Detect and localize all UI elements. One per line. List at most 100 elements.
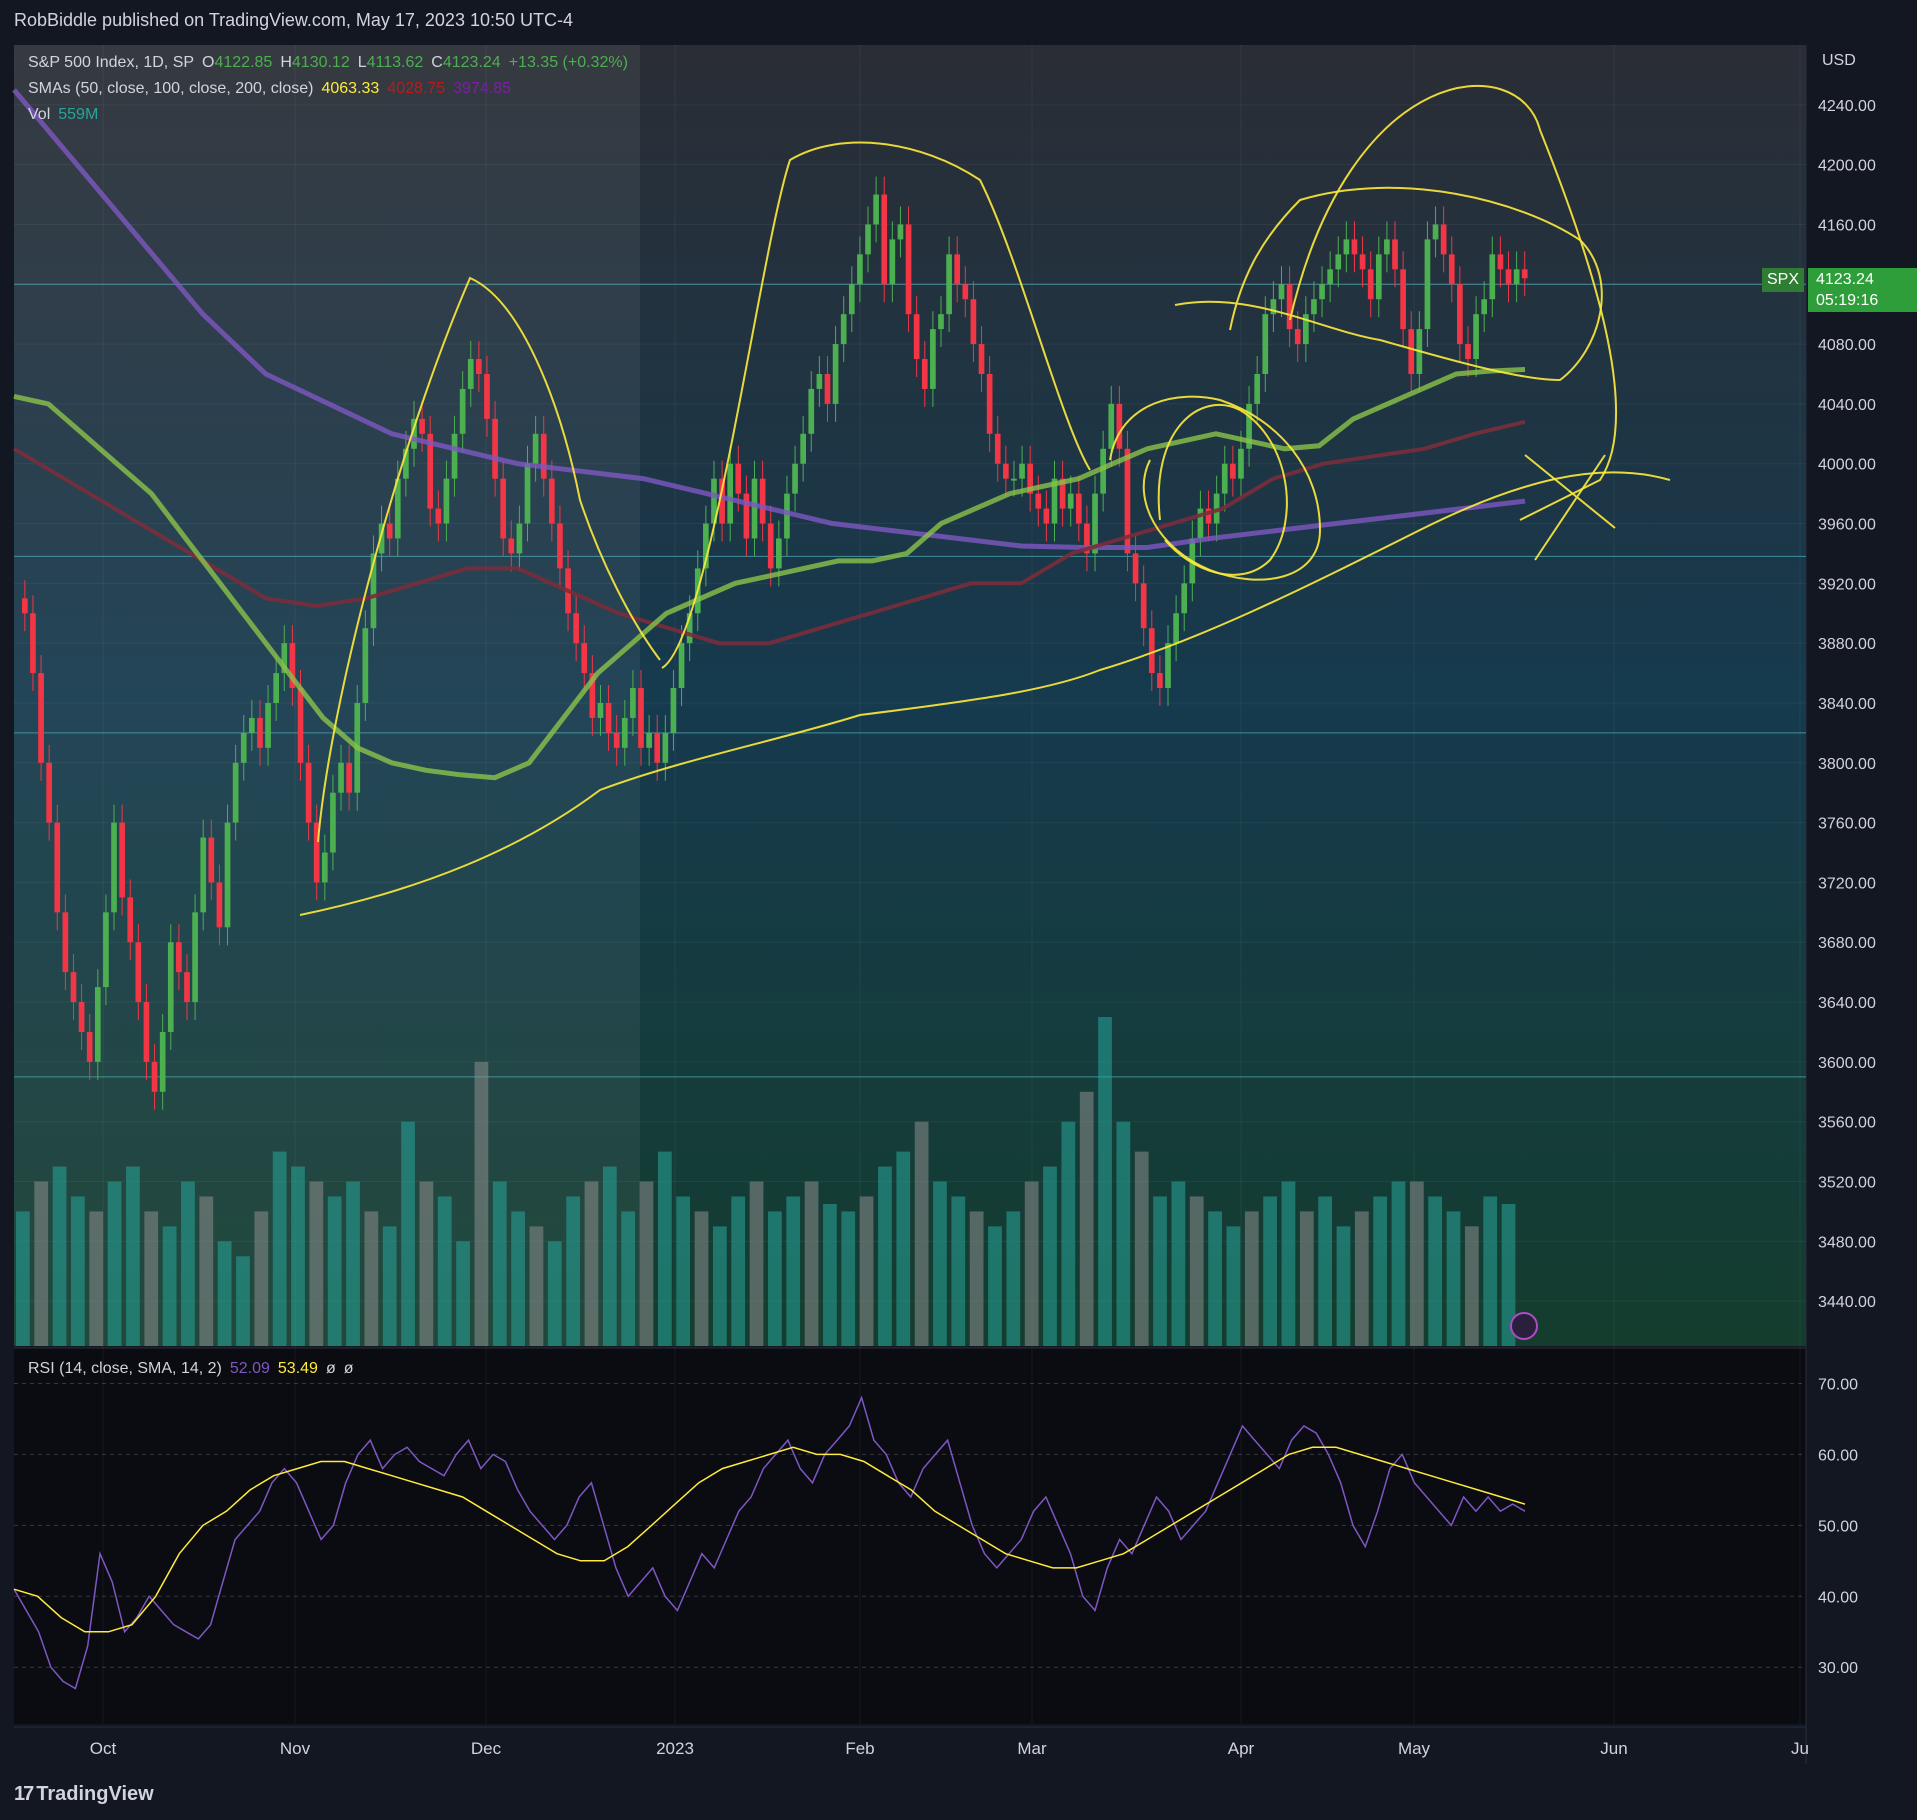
candle-body xyxy=(1230,463,1236,479)
candle-body xyxy=(443,478,450,524)
high-value: 4130.12 xyxy=(291,54,350,71)
candle-body xyxy=(30,613,36,674)
volume-bar xyxy=(474,1061,489,1346)
candle-body xyxy=(532,433,539,464)
volume-bar xyxy=(181,1181,195,1346)
price-tick-label: 3440.00 xyxy=(1818,1294,1876,1311)
candle-body xyxy=(362,628,369,703)
candle-body xyxy=(816,373,823,389)
candle-body xyxy=(1392,239,1398,270)
volume-bar xyxy=(1299,1211,1314,1346)
volume-bar xyxy=(1116,1121,1131,1346)
volume-bar xyxy=(529,1226,544,1346)
volume-bar xyxy=(1428,1196,1443,1346)
volume-bar xyxy=(1043,1166,1057,1346)
volume-bar xyxy=(309,1181,324,1346)
candle-body xyxy=(216,882,223,928)
sma-label[interactable]: SMAs (50, close, 100, close, 200, close) xyxy=(28,80,313,97)
low-value: 4113.62 xyxy=(366,54,424,71)
candle-body xyxy=(621,717,628,748)
symbol-label[interactable]: S&P 500 Index, 1D, SP xyxy=(28,54,194,71)
rsi-extra-2: ø xyxy=(343,1360,354,1377)
candle-body xyxy=(54,822,61,913)
candle-body xyxy=(897,224,904,240)
volume-bar xyxy=(1079,1091,1094,1346)
candle-body xyxy=(865,224,871,255)
candle-body xyxy=(913,314,920,360)
volume-bar xyxy=(878,1166,892,1346)
volume-bar xyxy=(1483,1196,1498,1346)
candle-body xyxy=(184,972,190,1003)
volume-bar xyxy=(1336,1226,1351,1346)
vol-value: 559M xyxy=(58,106,99,123)
candle-body xyxy=(38,673,44,763)
volume-bar xyxy=(254,1211,269,1346)
sma50-value: 4063.33 xyxy=(321,80,380,97)
time-tick-label: Dec xyxy=(471,1739,502,1758)
volume-bar xyxy=(1318,1196,1332,1346)
candle-body xyxy=(1489,254,1496,300)
candle-body xyxy=(1408,329,1415,374)
volume-bar xyxy=(566,1196,580,1346)
candle-body xyxy=(232,762,239,823)
high-label: H xyxy=(280,54,292,71)
rsi-value: 52.09 xyxy=(229,1360,270,1377)
candle-body xyxy=(103,912,109,988)
candle-body xyxy=(192,912,198,1003)
candle-body xyxy=(435,508,442,524)
volume-bar xyxy=(768,1211,782,1346)
tv-logo-icon: 17 xyxy=(14,1783,34,1805)
candle-body xyxy=(1400,269,1406,330)
volume-bar xyxy=(217,1241,232,1346)
candle-body xyxy=(500,478,507,539)
volume-bar xyxy=(419,1181,434,1346)
price-tick-label: 3800.00 xyxy=(1818,756,1876,773)
volume-bar xyxy=(199,1196,214,1346)
price-tick-label: 3920.00 xyxy=(1818,576,1876,593)
candle-body xyxy=(1075,493,1082,524)
rsi-label[interactable]: RSI (14, close, SMA, 14, 2) xyxy=(28,1360,222,1377)
candle-body xyxy=(905,224,912,315)
candle-body xyxy=(1165,643,1171,689)
candle-body xyxy=(94,987,101,1062)
candle-body xyxy=(459,388,466,434)
candle-body xyxy=(273,673,280,703)
candle-body xyxy=(759,478,766,524)
candle-body xyxy=(824,373,831,404)
price-tick-label: 4200.00 xyxy=(1818,158,1876,175)
volume-bar xyxy=(639,1181,654,1346)
candle-body xyxy=(832,344,839,404)
candle-body xyxy=(776,538,782,569)
volume-bar xyxy=(401,1121,415,1346)
candle-body xyxy=(1140,583,1147,629)
tradingview-logo[interactable]: 17 TradingView xyxy=(14,1783,154,1806)
candle-body xyxy=(451,433,458,479)
volume-bar xyxy=(676,1196,691,1346)
candle-body xyxy=(946,254,952,315)
volume-bar xyxy=(1281,1181,1296,1346)
candle-body xyxy=(727,463,734,524)
price-tag-price: 4123.24 xyxy=(1808,268,1917,292)
close-value: 4123.24 xyxy=(442,54,501,71)
candle-body xyxy=(784,493,790,539)
flash-icon xyxy=(1510,1312,1538,1340)
candle-body xyxy=(613,732,620,748)
sma100-value: 4028.75 xyxy=(387,80,446,97)
price-tick-label: 4160.00 xyxy=(1818,217,1876,234)
candle-body xyxy=(1278,284,1285,300)
candle-body xyxy=(419,418,425,434)
candle-body xyxy=(557,523,563,569)
vol-label[interactable]: Vol xyxy=(28,106,50,123)
candle-body xyxy=(808,388,815,434)
candle-body xyxy=(1424,239,1431,330)
time-tick-label: Oct xyxy=(90,1739,117,1758)
candle-body xyxy=(151,1061,158,1092)
chart-canvas[interactable]: 4240.004200.004160.004120.004080.004040.… xyxy=(0,0,1917,1820)
volume-bar xyxy=(456,1241,470,1346)
candle-body xyxy=(1238,448,1244,479)
candle-body xyxy=(62,912,69,973)
candle-body xyxy=(994,433,1001,464)
candle-body xyxy=(1262,314,1269,374)
candle-body xyxy=(638,688,644,748)
candle-body xyxy=(767,523,774,569)
